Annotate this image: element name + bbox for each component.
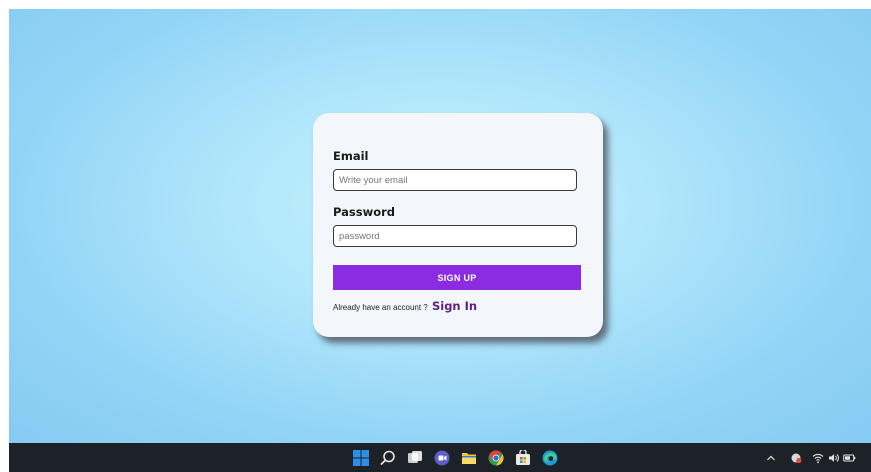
email-input[interactable]	[333, 169, 577, 191]
email-label: Email	[333, 149, 369, 163]
app-tray-icon[interactable]	[789, 451, 802, 464]
desktop-background: Email Password SIGN UP Already have an a…	[9, 9, 871, 443]
password-input[interactable]	[333, 225, 577, 247]
sign-in-link[interactable]: Sign In	[432, 299, 477, 313]
start-icon[interactable]	[352, 449, 369, 466]
wifi-icon[interactable]	[811, 451, 824, 464]
chrome-icon[interactable]	[487, 449, 504, 466]
chevron-up-icon[interactable]	[764, 451, 777, 464]
signin-row: Already have an account ? Sign In	[333, 299, 477, 313]
screen: Email Password SIGN UP Already have an a…	[9, 9, 871, 472]
task-view-icon[interactable]	[406, 449, 423, 466]
volume-icon[interactable]	[827, 451, 840, 464]
sign-up-button[interactable]: SIGN UP	[333, 265, 581, 290]
taskbar	[9, 443, 871, 472]
signup-card: Email Password SIGN UP Already have an a…	[313, 113, 603, 337]
password-label: Password	[333, 205, 395, 219]
store-icon[interactable]	[514, 449, 531, 466]
search-icon[interactable]	[379, 449, 396, 466]
edge-icon[interactable]	[541, 449, 558, 466]
account-prompt: Already have an account ?	[333, 303, 428, 312]
chat-icon[interactable]	[433, 449, 450, 466]
battery-icon[interactable]	[843, 451, 856, 464]
file-explorer-icon[interactable]	[460, 449, 477, 466]
